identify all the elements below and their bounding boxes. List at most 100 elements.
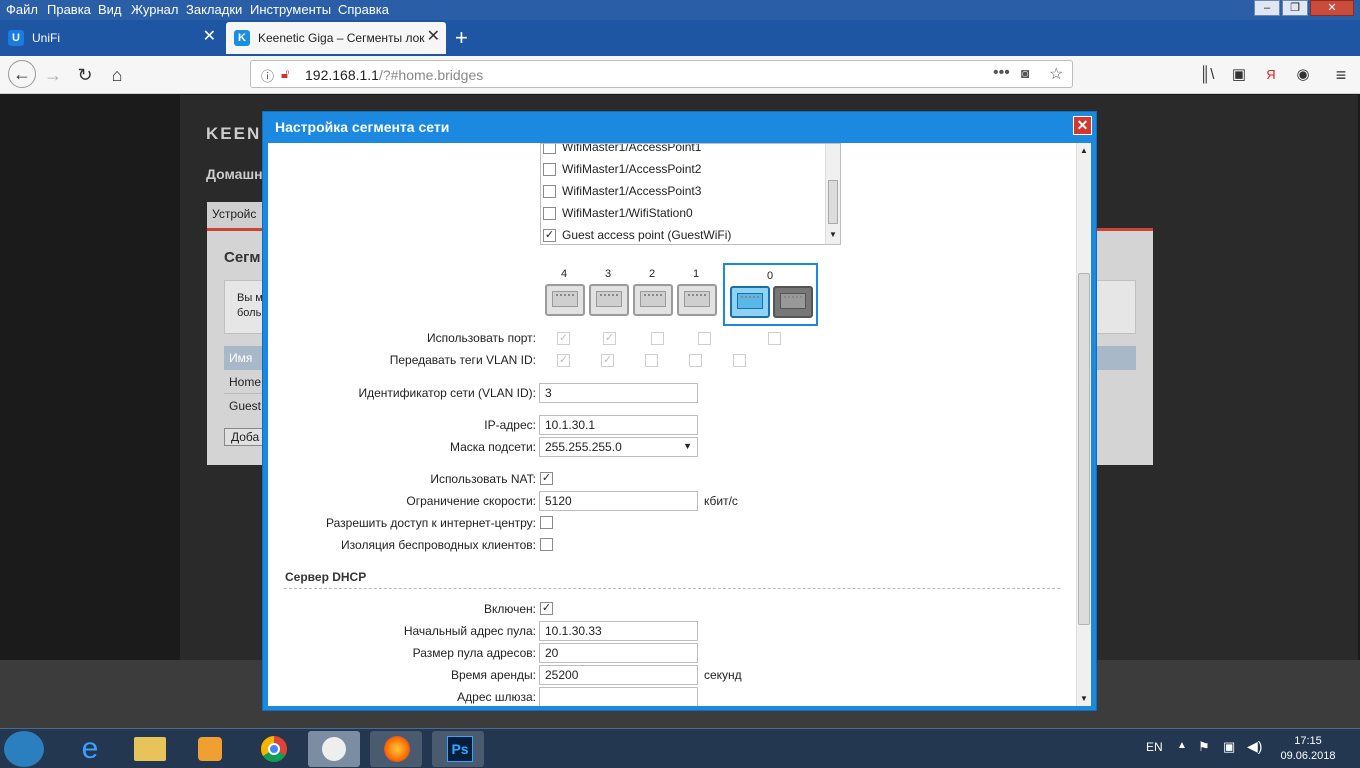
list-item[interactable]: ✓ Guest access point (GuestWiFi) bbox=[543, 224, 731, 244]
vlan-tag-checkbox[interactable]: ✓ bbox=[601, 354, 614, 367]
add-button[interactable]: Доба bbox=[224, 428, 264, 446]
new-tab-button[interactable]: + bbox=[455, 25, 468, 51]
tab-unifi[interactable]: U UniFi ✕ bbox=[0, 22, 222, 54]
list-scroll-thumb[interactable] bbox=[828, 180, 838, 224]
menu-edit[interactable]: Правка bbox=[47, 2, 91, 17]
table-row[interactable]: Guest bbox=[224, 394, 264, 418]
list-item[interactable]: WifiMaster1/AccessPoint3 bbox=[543, 180, 701, 202]
dialog-scrollbar[interactable]: ▲ ▼ bbox=[1076, 143, 1091, 706]
use-port-checkbox[interactable] bbox=[768, 332, 781, 345]
yandex-icon[interactable]: Я bbox=[1260, 64, 1282, 86]
scroll-down-arrow-icon[interactable]: ▼ bbox=[829, 230, 837, 239]
windows-start-icon[interactable] bbox=[4, 731, 44, 767]
interface-checkbox[interactable] bbox=[543, 144, 556, 154]
table-row[interactable]: Home bbox=[224, 370, 264, 394]
vlan-tag-checkbox[interactable]: ✓ bbox=[557, 354, 570, 367]
vlan-tag-checkbox[interactable] bbox=[733, 354, 746, 367]
bookmark-star-icon[interactable]: ☆ bbox=[1049, 64, 1063, 84]
list-item[interactable]: WifiMaster1/AccessPoint1 bbox=[543, 144, 701, 158]
pool-start-input[interactable]: 10.1.30.33 bbox=[539, 621, 698, 641]
menu-file[interactable]: Файл bbox=[6, 2, 38, 17]
use-port-checkbox[interactable] bbox=[698, 332, 711, 345]
minimize-button[interactable]: – bbox=[1254, 0, 1280, 16]
insecure-lock-icon: 🔓︎ bbox=[281, 66, 290, 81]
clock[interactable]: 17:15 09.06.2018 bbox=[1278, 734, 1338, 764]
media-player-icon[interactable] bbox=[184, 731, 236, 767]
close-tab-icon[interactable]: ✕ bbox=[427, 29, 440, 45]
interface-list[interactable]: WifiMaster1/AccessPoint1 WifiMaster1/Acc… bbox=[540, 143, 841, 245]
tab-keenetic[interactable]: K Keenetic Giga – Сегменты лок ✕ bbox=[226, 22, 446, 54]
list-scrollbar[interactable]: ▼ bbox=[825, 144, 840, 244]
firefox-icon[interactable] bbox=[370, 731, 422, 767]
close-window-button[interactable]: ✕ bbox=[1310, 0, 1354, 16]
photoshop-icon[interactable]: Ps bbox=[432, 731, 484, 767]
home-icon[interactable]: ⌂ bbox=[106, 64, 128, 86]
dialog-close-icon[interactable]: ✕ bbox=[1073, 116, 1092, 135]
dhcp-enabled-checkbox[interactable]: ✓ bbox=[540, 602, 553, 615]
gateway-input[interactable] bbox=[539, 687, 698, 706]
back-icon[interactable]: ← bbox=[8, 60, 36, 88]
menu-bookmarks[interactable]: Закладки bbox=[186, 2, 242, 17]
url-bar[interactable]: ⓘ 🔓︎ 192.168.1.1/?#home.bridges ••• ◙ ☆ bbox=[250, 60, 1073, 88]
scroll-up-arrow-icon[interactable]: ▲ bbox=[1080, 146, 1088, 155]
speed-input[interactable]: 5120 bbox=[539, 491, 698, 511]
nat-checkbox[interactable]: ✓ bbox=[540, 472, 553, 485]
lease-input[interactable]: 25200 bbox=[539, 665, 698, 685]
chrome-icon[interactable] bbox=[248, 731, 300, 767]
page-tab-devices[interactable]: Устройс bbox=[207, 202, 267, 228]
language-indicator[interactable]: EN bbox=[1146, 740, 1163, 754]
wan-port-icon[interactable] bbox=[730, 286, 770, 318]
use-port-checkbox[interactable]: ✓ bbox=[603, 332, 616, 345]
interface-checkbox[interactable] bbox=[543, 162, 556, 176]
lan-port-3-icon[interactable] bbox=[589, 284, 629, 316]
library-icon[interactable]: ║\ bbox=[1196, 64, 1218, 86]
mask-select[interactable]: 255.255.255.0 ▼ bbox=[539, 437, 698, 457]
lan-port-1-icon[interactable] bbox=[677, 284, 717, 316]
interface-checkbox[interactable]: ✓ bbox=[543, 228, 556, 242]
tray-expand-icon[interactable]: ▲ bbox=[1177, 740, 1187, 751]
access-checkbox[interactable] bbox=[540, 516, 553, 529]
pool-size-input[interactable]: 20 bbox=[539, 643, 698, 663]
menu-history[interactable]: Журнал bbox=[131, 2, 178, 17]
app-icon[interactable] bbox=[308, 731, 360, 767]
menu-tools[interactable]: Инструменты bbox=[250, 2, 331, 17]
menu-view[interactable]: Вид bbox=[98, 2, 122, 17]
extension-icon[interactable]: ◉ bbox=[1292, 64, 1314, 86]
use-port-checkbox[interactable] bbox=[651, 332, 664, 345]
lan-port-2-icon[interactable] bbox=[633, 284, 673, 316]
page-actions-icon[interactable]: ••• bbox=[993, 64, 1010, 82]
interface-checkbox[interactable] bbox=[543, 206, 556, 220]
ip-input[interactable]: 10.1.30.1 bbox=[539, 415, 698, 435]
vlan-id-input[interactable]: 3 bbox=[539, 383, 698, 403]
vlan-tag-checkbox[interactable] bbox=[645, 354, 658, 367]
isolation-checkbox[interactable] bbox=[540, 538, 553, 551]
sidebar-icon[interactable]: ▣ bbox=[1228, 64, 1250, 86]
interface-checkbox[interactable] bbox=[543, 184, 556, 198]
forward-icon[interactable]: → bbox=[42, 64, 64, 86]
use-port-checkbox[interactable]: ✓ bbox=[557, 332, 570, 345]
url-text[interactable]: 192.168.1.1/?#home.bridges bbox=[305, 67, 483, 83]
list-item[interactable]: WifiMaster1/AccessPoint2 bbox=[543, 158, 701, 180]
port-0-group[interactable]: 0 bbox=[723, 263, 818, 326]
menu-help[interactable]: Справка bbox=[338, 2, 389, 17]
usb-port-icon[interactable] bbox=[773, 286, 813, 318]
internet-explorer-icon[interactable]: e bbox=[64, 731, 116, 767]
scroll-down-arrow-icon[interactable]: ▼ bbox=[1080, 694, 1088, 703]
network-icon[interactable]: ▣ bbox=[1223, 739, 1235, 755]
pocket-icon[interactable]: ◙ bbox=[1021, 65, 1029, 81]
maximize-button[interactable]: ❐ bbox=[1282, 0, 1308, 16]
list-item[interactable]: WifiMaster1/WifiStation0 bbox=[543, 202, 693, 224]
info-line: боль bbox=[237, 307, 262, 319]
file-explorer-icon[interactable] bbox=[124, 731, 176, 767]
vlan-tag-checkbox[interactable] bbox=[689, 354, 702, 367]
reload-icon[interactable]: ↻ bbox=[74, 64, 96, 86]
tab-label: Keenetic Giga – Сегменты лок bbox=[258, 31, 425, 45]
dialog-scroll-thumb[interactable] bbox=[1078, 273, 1090, 625]
flag-icon[interactable]: ⚑ bbox=[1198, 739, 1210, 755]
tab-label: UniFi bbox=[32, 31, 61, 45]
info-icon[interactable]: ⓘ bbox=[261, 66, 274, 85]
close-tab-icon[interactable]: ✕ bbox=[203, 29, 216, 45]
menu-icon[interactable]: ≡ bbox=[1330, 64, 1352, 86]
volume-icon[interactable]: ◀) bbox=[1247, 738, 1262, 755]
lan-port-4-icon[interactable] bbox=[545, 284, 585, 316]
